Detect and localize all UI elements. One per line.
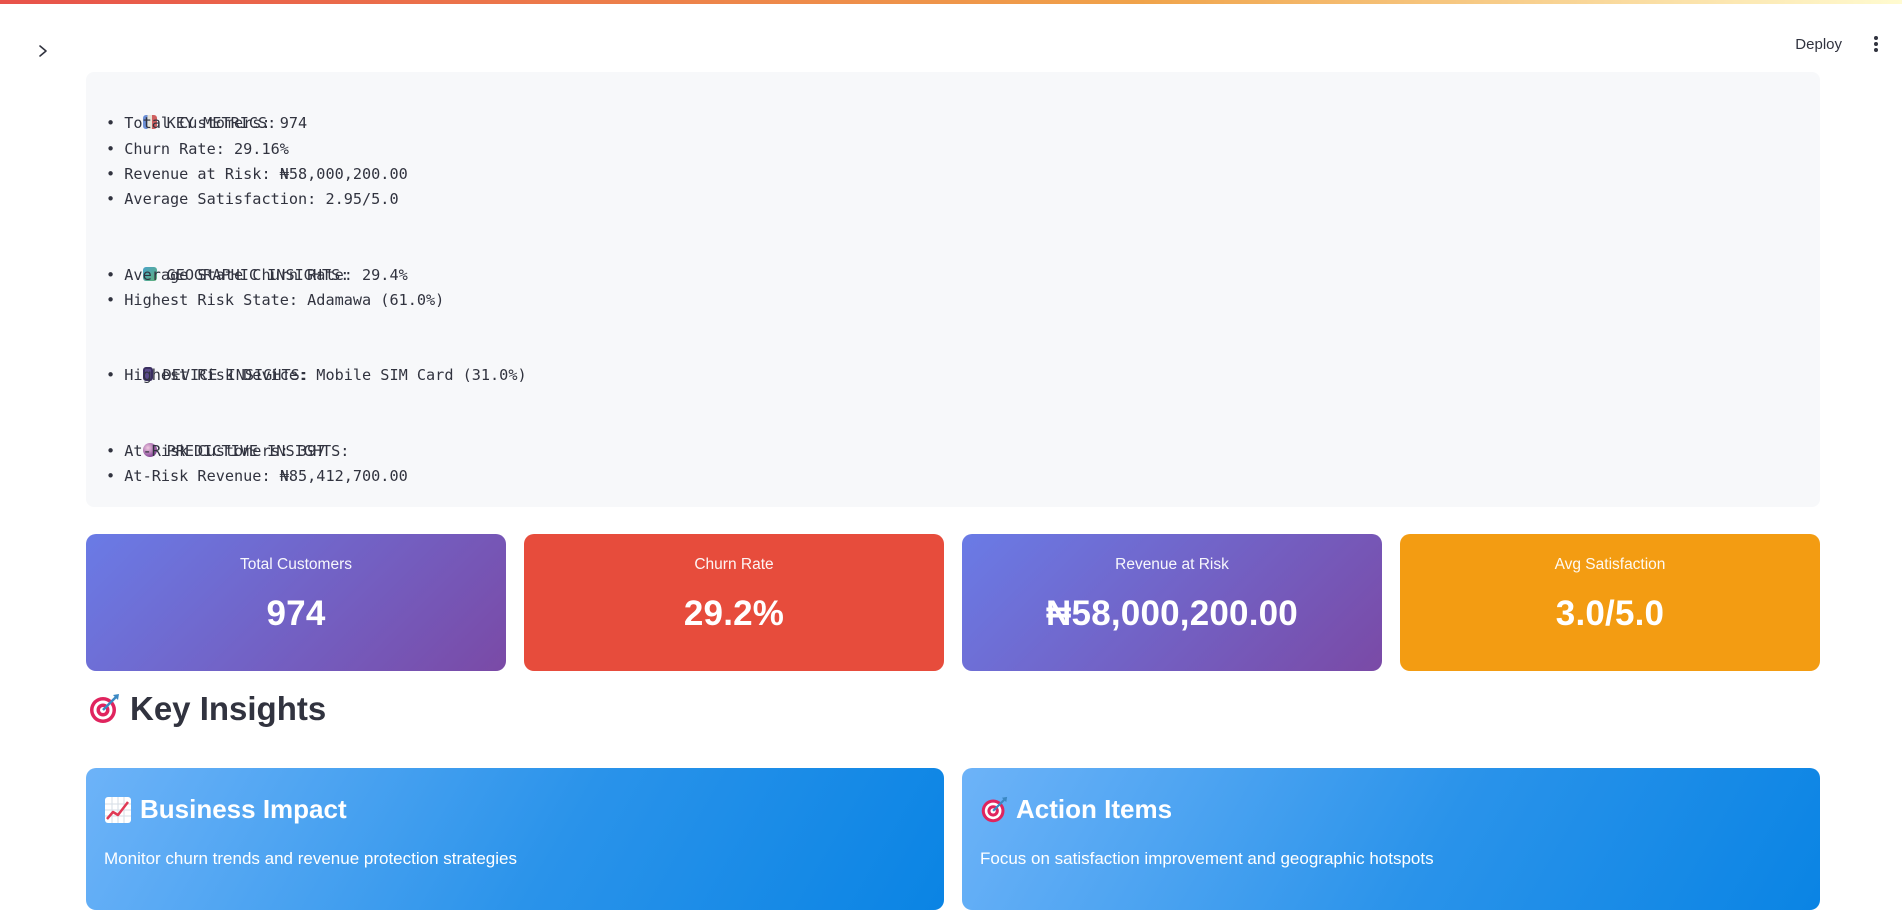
deploy-button[interactable]: Deploy — [1789, 32, 1848, 57]
predictive-heading: PREDICTIVE INSIGHTS: — [106, 413, 1800, 460]
key-metrics-heading: KEY METRICS: — [106, 86, 1800, 132]
metric-value: ₦58,000,200.00 — [1046, 594, 1298, 633]
header-actions: Deploy — [1789, 30, 1886, 58]
sidebar-expand-button[interactable] — [30, 38, 56, 64]
metric-value: 29.2% — [683, 594, 785, 633]
metric-label: Avg Satisfaction — [1554, 556, 1666, 573]
vertical-ellipsis-icon — [1874, 36, 1878, 52]
metric-card-total-customers: Total Customers 974 — [86, 534, 506, 671]
key-metric-line: • Churn Rate: 29.16% — [106, 139, 289, 158]
metric-card-avg-satisfaction: Avg Satisfaction 3.0/5.0 — [1400, 534, 1820, 671]
predictive-line: • At-Risk Revenue: ₦85,412,700.00 — [106, 466, 408, 485]
insight-title: Action Items — [980, 794, 1802, 825]
metric-card-revenue-at-risk: Revenue at Risk ₦58,000,200.00 — [962, 534, 1382, 671]
target-icon — [981, 796, 1008, 822]
target-icon — [90, 694, 119, 723]
insight-title: Business Impact — [104, 794, 926, 825]
top-decoration-bar — [0, 0, 1902, 4]
metric-label: Total Customers — [240, 556, 352, 573]
insight-text: Monitor churn trends and revenue protect… — [104, 849, 517, 868]
metrics-row: Total Customers 974 Churn Rate 29.2% Rev… — [86, 534, 1820, 671]
metric-card-churn-rate: Churn Rate 29.2% — [524, 534, 944, 671]
metric-label: Churn Rate — [694, 556, 774, 573]
metric-label: Revenue at Risk — [1115, 556, 1229, 573]
chevron-right-icon — [39, 45, 47, 57]
key-metric-line: • Total Customers: 974 — [106, 114, 308, 133]
key-insights-heading: Key Insights — [88, 690, 326, 728]
insight-card-business-impact: Business Impact Monitor churn trends and… — [86, 768, 944, 910]
geographic-heading: GEOGRAPHIC INSIGHTS: — [106, 237, 1800, 284]
device-heading: DEVICE INSIGHTS: — [106, 338, 1800, 384]
predictive-line: • At-Risk Customers: 397 — [106, 441, 326, 460]
main-menu-button[interactable] — [1866, 30, 1886, 58]
chart-increasing-icon — [105, 796, 131, 823]
device-line: • Highest Risk Device: Mobile SIM Card (… — [106, 366, 527, 385]
geographic-line: • Average State Churn Rate: 29.4% — [106, 265, 408, 284]
summary-report-block: KEY METRICS: • Total Customers: 974 • Ch… — [86, 72, 1820, 507]
geographic-line: • Highest Risk State: Adamawa (61.0%) — [106, 290, 445, 309]
key-metric-line: • Revenue at Risk: ₦58,000,200.00 — [106, 164, 408, 183]
insights-row: Business Impact Monitor churn trends and… — [86, 768, 1820, 910]
insight-text: Focus on satisfaction improvement and ge… — [980, 849, 1434, 868]
insight-card-action-items: Action Items Focus on satisfaction impro… — [962, 768, 1820, 910]
key-metric-line: • Average Satisfaction: 2.95/5.0 — [106, 190, 399, 209]
metric-value: 3.0/5.0 — [1555, 594, 1665, 633]
metric-value: 974 — [266, 594, 326, 633]
